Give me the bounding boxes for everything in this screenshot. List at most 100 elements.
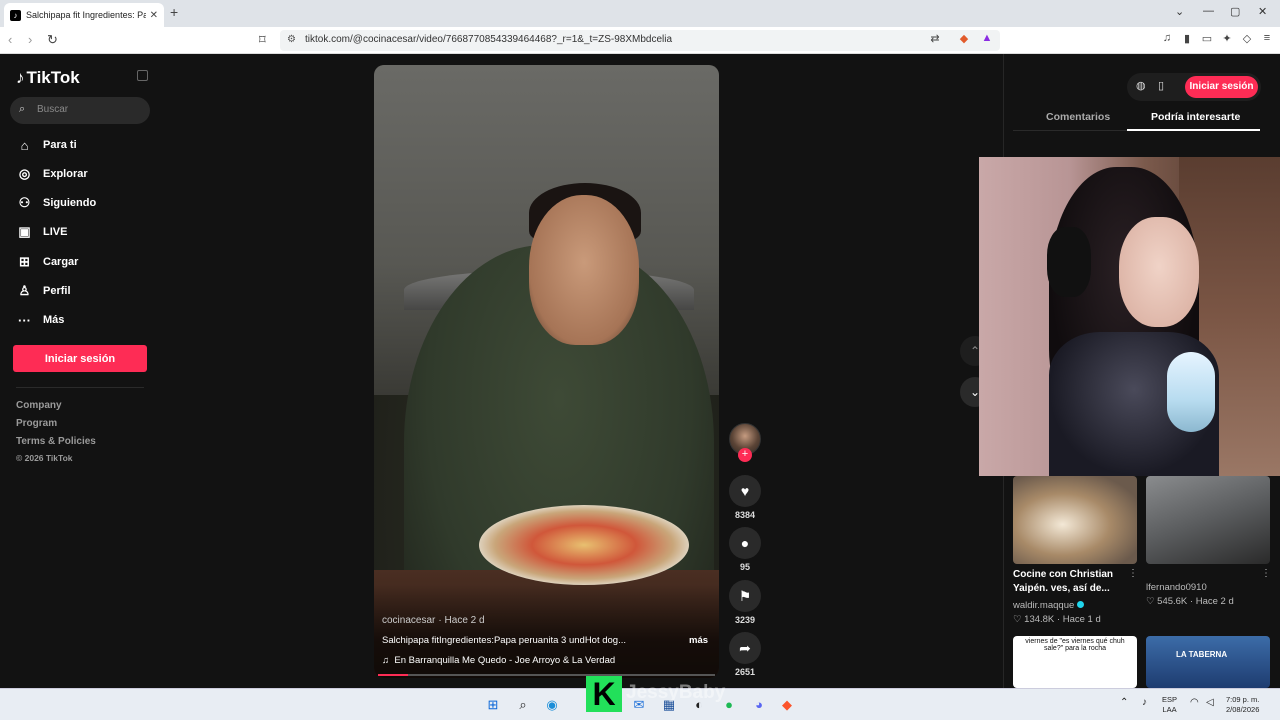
sidebar-icon[interactable]: ▮: [1180, 32, 1194, 46]
leo-ai-icon[interactable]: ✦: [1220, 32, 1234, 46]
card-1-user[interactable]: waldir.maqque: [1013, 600, 1085, 611]
profile-icon: ♙: [18, 283, 31, 298]
url-text: tiktok.com/@cocinacesar/video/7668770854…: [305, 34, 673, 45]
save-count: 3239: [734, 615, 756, 625]
share-icon: ➦: [739, 640, 751, 656]
microphone-icon: [1167, 352, 1215, 432]
video-author[interactable]: cocinacesar · Hace 2 d: [382, 614, 485, 626]
top-login-button[interactable]: Iniciar sesión: [1185, 76, 1258, 98]
sidebar: ♪ TikTok ⌕ Buscar ⌂ Para ti ◎ Explorar ⚇ Sig…: [0, 54, 160, 688]
card-1-stats: ♡ 134.8K · Hace 1 d: [1013, 614, 1101, 625]
tiktok-note-icon: ♪: [16, 68, 25, 87]
thumbnail-4-caption: LA TABERNA: [1176, 650, 1228, 659]
footer-terms[interactable]: Terms & Policies: [16, 436, 96, 447]
edge-icon[interactable]: ◉: [543, 696, 561, 714]
bookmark-icon[interactable]: ⌑: [259, 32, 266, 48]
heart-icon: ♥: [740, 483, 750, 499]
new-tab-button[interactable]: +: [170, 4, 178, 20]
comment-button[interactable]: ●: [729, 527, 761, 559]
volume-icon[interactable]: ◁: [1206, 698, 1214, 708]
save-button[interactable]: ⚑: [729, 580, 761, 612]
card-1-title[interactable]: Cocine con Christian Yaipén. ves, así de.…: [1013, 568, 1113, 596]
footer-program[interactable]: Program: [16, 418, 57, 429]
follow-button[interactable]: +: [738, 448, 752, 462]
nav-for-you[interactable]: ⌂ Para ti: [16, 134, 77, 156]
brave-rewards-icon[interactable]: ▲: [980, 32, 994, 46]
card-1-more-icon[interactable]: ⋮: [1128, 568, 1138, 579]
nav-profile[interactable]: ♙ Perfil: [16, 280, 71, 302]
video-music[interactable]: ♫ En Barranquilla Me Quedo - Joe Arroyo …: [382, 655, 615, 666]
nav-more[interactable]: ··· Más: [16, 309, 64, 331]
suggested-thumbnail-3[interactable]: viernes de "es viernes qué chuh sale?" p…: [1013, 636, 1137, 688]
coins-icon[interactable]: ◍: [1136, 79, 1146, 92]
device-icon[interactable]: ▯: [1158, 79, 1164, 92]
close-window-button[interactable]: ✕: [1258, 5, 1267, 18]
nav-explore[interactable]: ◎ Explorar: [16, 163, 88, 185]
top-actions: ◍ ▯ Iniciar sesión: [1127, 73, 1261, 101]
more-link[interactable]: más: [689, 635, 708, 646]
mic-tray-icon[interactable]: ♪: [1142, 698, 1147, 708]
brave-taskbar-icon[interactable]: ◆: [778, 696, 796, 714]
wifi-icon[interactable]: ◠: [1190, 698, 1199, 708]
share-button[interactable]: ➦: [729, 632, 761, 664]
like-count: 8384: [734, 510, 756, 520]
card-2-user[interactable]: lfernando0910: [1146, 582, 1207, 593]
brave-shield-icon[interactable]: ◆: [957, 32, 971, 46]
discord-icon[interactable]: ◕: [750, 696, 768, 714]
clock[interactable]: 7:09 p. m. 2/08/2026: [1226, 695, 1259, 715]
wallet-icon[interactable]: ▭: [1200, 32, 1214, 46]
webcam-overlay: [979, 157, 1280, 476]
comment-icon: ●: [740, 535, 750, 551]
maximize-button[interactable]: ▢: [1230, 5, 1240, 18]
video-player[interactable]: [374, 65, 719, 678]
login-button[interactable]: Iniciar sesión: [13, 345, 147, 372]
nav-live[interactable]: ▣ LIVE: [16, 221, 67, 243]
forward-icon[interactable]: ›: [28, 32, 32, 47]
suggested-thumbnail-1[interactable]: [1013, 476, 1137, 564]
vpn-icon[interactable]: ◇: [1240, 32, 1254, 46]
reload-icon[interactable]: ↻: [47, 32, 58, 48]
windows-start-icon[interactable]: ⊞: [484, 696, 502, 714]
browser-tab[interactable]: ♪ Salchipapa fit Ingredientes: Papa ✕: [4, 3, 164, 27]
webcam-face: [1119, 217, 1199, 327]
more-icon: ···: [18, 312, 31, 328]
tab-title: Salchipapa fit Ingredientes: Papa: [26, 10, 146, 20]
translate-icon[interactable]: ⇄: [928, 32, 942, 46]
footer-copyright: © 2026 TikTok: [16, 453, 73, 463]
video-progress[interactable]: [378, 674, 715, 676]
like-button[interactable]: ♥: [729, 475, 761, 507]
media-icon[interactable]: ♫: [1160, 32, 1174, 46]
browser-tabbar: ♪ Salchipapa fit Ingredientes: Papa ✕ + …: [0, 0, 1280, 27]
tiktok-logo[interactable]: ♪ TikTok: [16, 68, 80, 88]
menu-icon[interactable]: ≡: [1260, 32, 1274, 46]
back-icon[interactable]: ‹: [8, 32, 12, 47]
tray-chevron-icon[interactable]: ⌃: [1120, 698, 1128, 708]
language-indicator[interactable]: ESP LAA: [1162, 695, 1177, 715]
tab-comments[interactable]: Comentarios: [1046, 111, 1110, 123]
video-frame-plate: [479, 505, 689, 585]
nav-following[interactable]: ⚇ Siguiendo: [16, 192, 97, 214]
video-description: Salchipapa fitIngredientes:Papa peruanit…: [382, 635, 627, 646]
site-info-icon[interactable]: ⚙: [287, 34, 296, 45]
tab-suggested[interactable]: Podría interesarte: [1151, 111, 1240, 123]
stream-logo: K: [586, 676, 622, 712]
nav-upload[interactable]: ⊞ Cargar: [16, 251, 78, 273]
collapse-sidebar-icon[interactable]: [137, 70, 148, 81]
video-frame-face: [529, 195, 639, 345]
suggested-thumbnail-2[interactable]: [1146, 476, 1270, 564]
minimize-button[interactable]: —: [1203, 5, 1214, 17]
search-input[interactable]: ⌕ Buscar: [10, 97, 150, 124]
tab-search-icon[interactable]: ⌄: [1175, 5, 1184, 18]
tab-close-icon[interactable]: ✕: [150, 10, 158, 21]
footer-company[interactable]: Company: [16, 400, 62, 411]
music-icon: ♫: [382, 655, 395, 666]
search-placeholder: Buscar: [37, 104, 69, 115]
url-input[interactable]: ⚙ tiktok.com/@cocinacesar/video/76687708…: [280, 30, 1000, 51]
suggested-thumbnail-4[interactable]: LA TABERNA: [1146, 636, 1270, 688]
compass-icon: ◎: [18, 166, 31, 181]
stream-name: JessyBaby: [626, 682, 726, 703]
search-taskbar-icon[interactable]: ⌕: [514, 696, 532, 714]
active-tab-indicator: [1127, 129, 1260, 131]
headphones-icon: [1047, 227, 1091, 297]
card-2-more-icon[interactable]: ⋮: [1261, 568, 1271, 579]
